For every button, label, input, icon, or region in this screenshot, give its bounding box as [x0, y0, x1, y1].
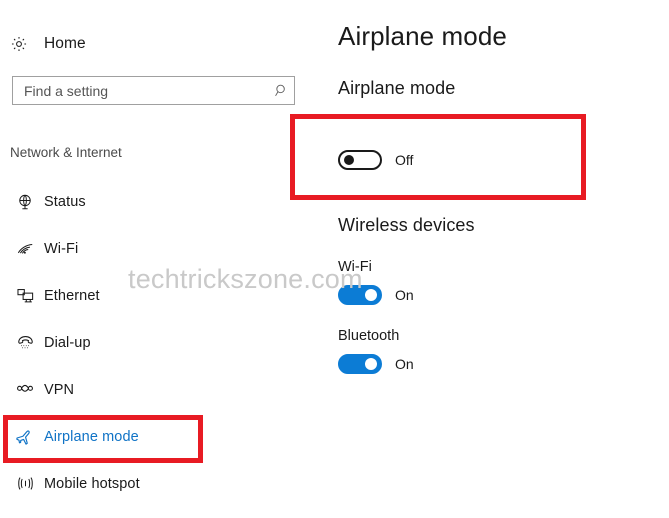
gear-icon [8, 35, 30, 53]
sidebar-item-mobile-hotspot[interactable]: Mobile hotspot [0, 460, 320, 507]
ethernet-icon [6, 286, 44, 305]
globe-icon [6, 193, 44, 211]
sidebar-item-vpn-label: VPN [44, 381, 75, 398]
airplane-mode-section-heading: Airplane mode [338, 78, 456, 98]
page-title: Airplane mode [338, 21, 507, 51]
airplane-mode-toggle[interactable] [338, 150, 382, 170]
vpn-icon [6, 380, 44, 400]
sidebar-item-home-label: Home [44, 35, 86, 52]
dialup-phone-icon [6, 333, 44, 352]
sidebar-item-status-label: Status [44, 193, 86, 210]
sidebar-item-mobile-hotspot-label: Mobile hotspot [44, 475, 140, 492]
settings-sidebar: Home Network & Internet Status [0, 0, 320, 518]
bluetooth-toggle-state: On [395, 356, 414, 372]
wifi-toggle-row[interactable]: On [338, 285, 414, 305]
bluetooth-toggle[interactable] [338, 354, 382, 374]
sidebar-item-airplane-mode[interactable]: Airplane mode [0, 413, 320, 460]
annotation-box-airplane-mode-toggle [290, 114, 586, 200]
search-input[interactable] [13, 82, 268, 99]
airplane-mode-toggle-state: Off [395, 152, 414, 168]
sidebar-item-dialup[interactable]: Dial-up [0, 319, 320, 366]
wireless-devices-section-heading: Wireless devices [338, 215, 475, 235]
wifi-device-label: Wi-Fi [338, 259, 372, 275]
airplane-icon [6, 427, 44, 447]
toggle-knob [365, 289, 377, 301]
sidebar-nav: Status Wi-Fi Ethernet Dial-up VPN Airpla… [0, 178, 320, 507]
wifi-toggle[interactable] [338, 285, 382, 305]
airplane-mode-toggle-row[interactable]: Off [338, 150, 413, 170]
sidebar-group-title: Network & Internet [10, 145, 122, 160]
settings-content-pane: Airplane mode Airplane mode Off Wireless… [290, 0, 669, 518]
search-icon[interactable] [268, 83, 294, 98]
sidebar-item-home[interactable]: Home [8, 29, 86, 59]
sidebar-item-status[interactable]: Status [0, 178, 320, 225]
search-setting-box[interactable] [12, 76, 295, 105]
sidebar-item-airplane-mode-label: Airplane mode [44, 428, 139, 445]
wifi-icon [6, 239, 44, 258]
sidebar-item-ethernet-label: Ethernet [44, 287, 100, 304]
hotspot-icon [6, 474, 44, 493]
sidebar-item-dialup-label: Dial-up [44, 334, 91, 351]
toggle-knob [365, 358, 377, 370]
sidebar-item-wifi[interactable]: Wi-Fi [0, 225, 320, 272]
wifi-toggle-state: On [395, 287, 414, 303]
sidebar-item-ethernet[interactable]: Ethernet [0, 272, 320, 319]
sidebar-item-wifi-label: Wi-Fi [44, 240, 79, 257]
bluetooth-device-label: Bluetooth [338, 328, 400, 344]
sidebar-item-vpn[interactable]: VPN [0, 366, 320, 413]
bluetooth-toggle-row[interactable]: On [338, 354, 414, 374]
toggle-knob [344, 155, 354, 165]
